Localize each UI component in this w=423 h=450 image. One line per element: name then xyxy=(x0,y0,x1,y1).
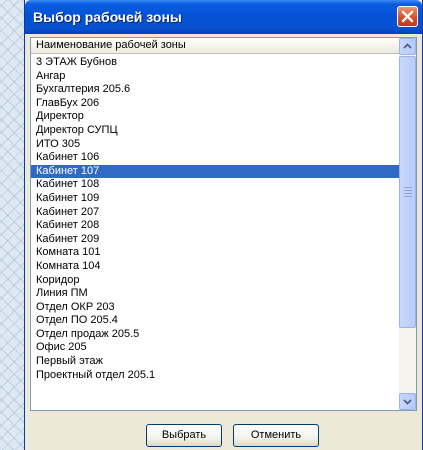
list-item[interactable]: Отдел ОКР 203 xyxy=(31,301,400,315)
list-item[interactable]: Первый этаж xyxy=(31,355,400,369)
dialog-window: Выбор рабочей зоны Наименование рабочей … xyxy=(24,0,423,450)
list-item[interactable]: Отдел продаж 205.5 xyxy=(31,328,400,342)
cancel-button[interactable]: Отменить xyxy=(233,424,319,447)
scroll-down-button[interactable] xyxy=(399,393,416,410)
list-item[interactable]: Кабинет 109 xyxy=(31,192,400,206)
list-item[interactable]: Кабинет 209 xyxy=(31,233,400,247)
list-item[interactable]: Офис 205 xyxy=(31,341,400,355)
close-icon xyxy=(401,10,414,23)
workzone-list[interactable]: Наименование рабочей зоны 3 ЭТАЖ Бубнов А… xyxy=(30,37,417,411)
list-item[interactable]: Кабинет 106 xyxy=(31,151,400,165)
title-bar[interactable]: Выбор рабочей зоны xyxy=(25,0,422,34)
list-item[interactable]: ГлавБух 206 xyxy=(31,97,400,111)
list-item[interactable]: 3 ЭТАЖ Бубнов xyxy=(31,56,400,70)
scroll-up-button[interactable] xyxy=(399,38,416,55)
list-item[interactable]: Кабинет 108 xyxy=(31,178,400,192)
list-item[interactable]: Отдел ПО 205.4 xyxy=(31,314,400,328)
list-rows: 3 ЭТАЖ Бубнов Ангар Бухгалтерия 205.6 ГлавБ… xyxy=(31,56,400,410)
list-item[interactable]: ИТО 305 xyxy=(31,138,400,152)
scroll-down-arrow-icon xyxy=(403,399,412,405)
scroll-thumb[interactable] xyxy=(399,56,416,328)
list-item[interactable]: Ангар xyxy=(31,70,400,84)
scroll-up-arrow-icon xyxy=(403,43,412,49)
list-item[interactable]: Директор xyxy=(31,110,400,124)
list-item[interactable]: Бухгалтерия 205.6 xyxy=(31,83,400,97)
scroll-thumb-grip xyxy=(404,187,412,199)
list-item[interactable]: Коридор xyxy=(31,274,400,288)
list-item[interactable]: Кабинет 107 xyxy=(31,164,400,179)
list-item[interactable]: Директор СУПЦ xyxy=(31,124,400,138)
list-item[interactable]: Кабинет 207 xyxy=(31,206,400,220)
window-title: Выбор рабочей зоны xyxy=(33,9,182,25)
list-item[interactable]: Комната 101 xyxy=(31,246,400,260)
list-item[interactable]: Линия ПМ xyxy=(31,287,400,301)
vertical-scrollbar[interactable] xyxy=(399,38,416,410)
select-button[interactable]: Выбрать xyxy=(146,424,222,447)
dialog-body: Наименование рабочей зоны 3 ЭТАЖ Бубнов А… xyxy=(28,34,419,450)
column-header-name[interactable]: Наименование рабочей зоны xyxy=(31,38,400,54)
list-item[interactable]: Проектный отдел 205.1 xyxy=(31,369,400,383)
close-button[interactable] xyxy=(397,6,418,27)
list-item[interactable]: Комната 104 xyxy=(31,260,400,274)
list-item[interactable]: Кабинет 208 xyxy=(31,219,400,233)
